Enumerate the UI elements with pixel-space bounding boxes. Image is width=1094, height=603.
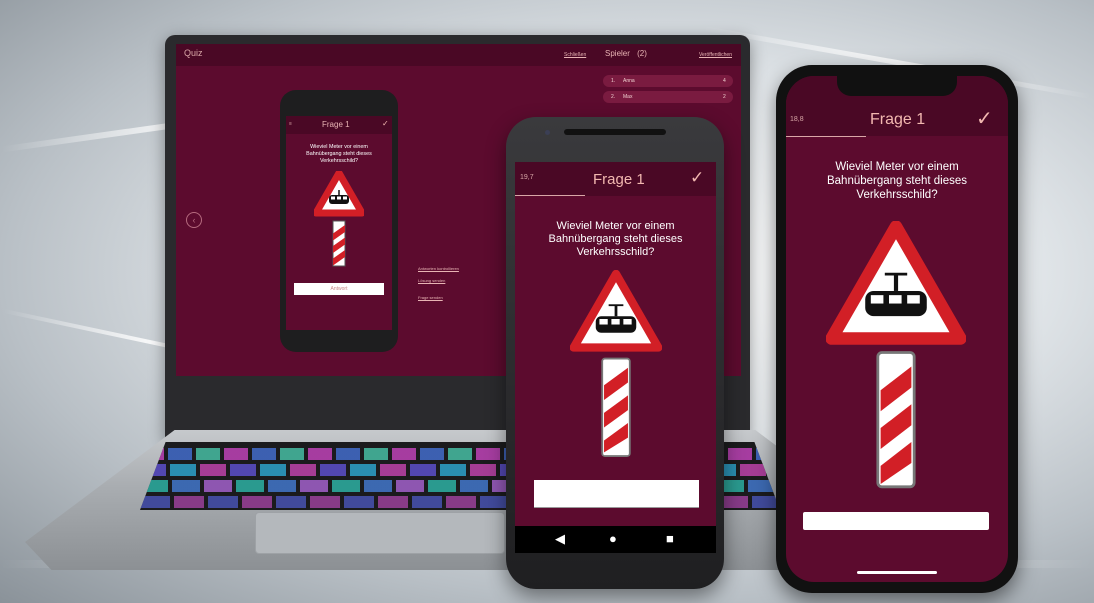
player-rank: 1.: [611, 78, 616, 84]
timer: 18,8: [790, 116, 804, 123]
players-title: Spieler (2): [605, 49, 647, 58]
previous-arrow-icon[interactable]: ‹: [186, 212, 202, 228]
question-title: Frage 1: [593, 171, 645, 188]
railway-crossing-sign-icon: [826, 221, 966, 489]
timer: 19,7: [520, 174, 534, 181]
railway-crossing-sign-icon: [570, 270, 662, 458]
android-screen: 19,7 Frage 1 ✓ Wieviel Meter vor einem B…: [515, 162, 716, 526]
top-bar: Quiz Schließen Spieler (2) Veröffentlich…: [176, 44, 741, 66]
checkmark-icon[interactable]: ✓: [382, 119, 389, 128]
preview-answer-input[interactable]: Antwort: [294, 283, 384, 295]
publish-link[interactable]: Veröffentlichen: [699, 52, 732, 58]
player-score: 2: [723, 94, 726, 100]
players-count: (2): [637, 49, 647, 58]
player-row: 2. Max 2: [603, 91, 733, 103]
question-title: Frage 1: [870, 111, 926, 128]
home-indicator[interactable]: [857, 571, 937, 574]
close-link[interactable]: Schließen: [564, 52, 586, 58]
timer-progress-bar: [786, 136, 866, 137]
send-question-link[interactable]: Frage senden: [418, 295, 443, 300]
answer-input[interactable]: [803, 512, 989, 530]
player-score: 4: [723, 78, 726, 84]
preview-question-text: Wieviel Meter vor einem Bahnübergang ste…: [306, 144, 372, 164]
send-solution-link[interactable]: Lösung senden: [418, 278, 445, 283]
preview-header: ≡ Frage 1 ✓: [286, 116, 392, 134]
preview-question-title: Frage 1: [322, 120, 350, 129]
iphone-screen: 18,8 Frage 1 ✓ Wieviel Meter vor einem B…: [786, 76, 1008, 582]
app-title: Quiz: [184, 48, 203, 58]
android-nav-bar: ◀ ● ■: [515, 526, 716, 553]
phone-preview-screen: ≡ Frage 1 ✓ Wieviel Meter vor einem Bahn…: [286, 116, 392, 330]
checkmark-icon[interactable]: ✓: [976, 106, 993, 131]
question-text: Wieviel Meter vor einem Bahnübergang ste…: [548, 220, 683, 258]
check-answers-link[interactable]: Antworten kontrollieren: [418, 266, 459, 271]
menu-icon[interactable]: ≡: [289, 121, 292, 127]
timer-progress-bar: [515, 195, 585, 196]
player-name: Max: [623, 94, 633, 100]
home-icon[interactable]: ●: [609, 531, 617, 546]
phone-preview: ≡ Frage 1 ✓ Wieviel Meter vor einem Bahn…: [280, 90, 398, 352]
railway-crossing-sign-icon: [314, 171, 364, 267]
question-text: Wieviel Meter vor einem Bahnübergang ste…: [826, 161, 968, 201]
question-header: 19,7 Frage 1 ✓: [515, 162, 716, 196]
front-camera: [545, 130, 550, 135]
checkmark-icon[interactable]: ✓: [690, 168, 704, 188]
recent-apps-icon[interactable]: ■: [666, 531, 674, 546]
player-name: Anna: [623, 78, 635, 84]
player-rank: 2.: [611, 94, 616, 100]
answer-input[interactable]: [534, 480, 699, 508]
player-row: 1. Anna 4: [603, 75, 733, 87]
speaker-grille: [564, 129, 666, 135]
touchpad: [255, 512, 505, 554]
back-icon[interactable]: ◀: [555, 531, 565, 547]
notch: [837, 76, 957, 96]
players-label: Spieler: [605, 49, 630, 58]
